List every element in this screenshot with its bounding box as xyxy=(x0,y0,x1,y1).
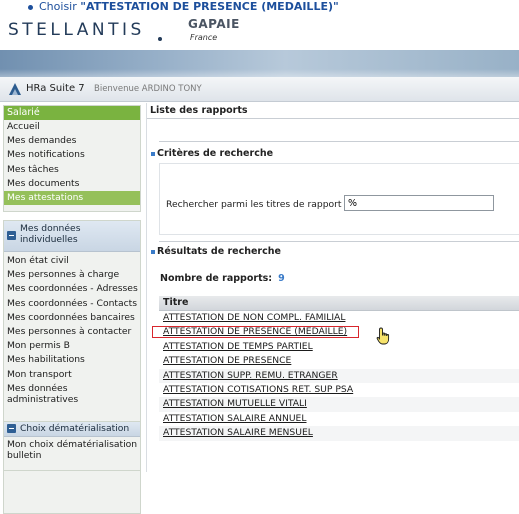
report-link[interactable]: ATTESTATION SUPP. REMU. ETRANGER xyxy=(163,370,338,381)
section-divider xyxy=(159,241,519,242)
section-marker-icon xyxy=(151,151,155,156)
criteria-heading-label: Critères de recherche xyxy=(157,148,274,159)
dematerialisation-header[interactable]: Choix dématérialisation xyxy=(4,422,140,437)
table-row: ATTESTATION DE PRESENCE xyxy=(159,354,519,368)
report-link[interactable]: ATTESTATION MUTUELLE VITALI xyxy=(163,398,307,409)
salarie-header: Salarié xyxy=(4,106,140,120)
table-row: ATTESTATION DE TEMPS PARTIEL xyxy=(159,340,519,354)
nav-mes-documents[interactable]: Mes documents xyxy=(4,177,140,191)
table-row-highlighted: ATTESTATION DE PRESENCE (MEDAILLE) xyxy=(152,325,519,345)
table-row: ATTESTATION COTISATIONS RET. SUP PSA xyxy=(159,383,519,397)
section-marker-icon xyxy=(151,249,155,254)
report-count-value: 9 xyxy=(278,273,285,284)
nav-etat-civil[interactable]: Mon état civil xyxy=(4,254,140,268)
nav-permis-b[interactable]: Mon permis B xyxy=(4,339,140,353)
page-title: Liste des rapports xyxy=(147,103,519,119)
report-count-label: Nombre de rapports: xyxy=(160,273,273,284)
nav-coordonnees-bancaires[interactable]: Mes coordonnées bancaires xyxy=(4,311,140,325)
section-divider xyxy=(159,141,519,142)
table-row: ATTESTATION MUTUELLE VITALI xyxy=(159,397,519,412)
nav-choix-dematerialisation[interactable]: Mon choix dématérialisation bulletin xyxy=(4,437,140,465)
criteria-heading: Critères de recherche xyxy=(151,148,273,159)
table-row: ATTESTATION SALAIRE ANNUEL xyxy=(159,412,519,426)
nav-personnes-contacter[interactable]: Mes personnes à contacter xyxy=(4,325,140,339)
hra-logo-icon xyxy=(9,83,21,95)
report-link[interactable]: ATTESTATION DE PRESENCE xyxy=(163,355,291,366)
app-title: HRa Suite 7 xyxy=(26,83,85,94)
instruction-prefix: Choisir xyxy=(39,0,81,13)
brand-header: STELLANTIS GAPAIE France xyxy=(0,14,519,50)
instruction-quote-close: " xyxy=(333,0,339,13)
stellantis-logo: STELLANTIS xyxy=(8,20,145,40)
report-link[interactable]: ATTESTATION DE TEMPS PARTIEL xyxy=(163,341,313,352)
dematerialisation-header-label: Choix dématérialisation xyxy=(20,423,130,434)
nav-mes-attestations[interactable]: Mes attestations xyxy=(4,190,140,206)
header-banner xyxy=(0,50,519,77)
salarie-panel: Salarié Accueil Mes demandes Mes notific… xyxy=(3,105,141,212)
nav-mes-taches[interactable]: Mes tâches xyxy=(4,163,140,177)
results-heading: Résultats de recherche xyxy=(151,246,281,257)
main-content: Liste des rapports Critères de recherche… xyxy=(146,103,519,472)
nav-mes-demandes[interactable]: Mes demandes xyxy=(4,134,140,148)
report-link[interactable]: ATTESTATION DE NON COMPL. FAMILIAL xyxy=(163,312,345,323)
dematerialisation-panel: Choix dématérialisation Mon choix dématé… xyxy=(3,421,141,471)
table-row: ATTESTATION SALAIRE MENSUEL xyxy=(159,426,519,441)
nav-personnes-charge[interactable]: Mes personnes à charge xyxy=(4,268,140,282)
nav-mes-notifications[interactable]: Mes notifications xyxy=(4,148,140,162)
welcome-text: Bienvenue ARDINO TONY xyxy=(94,84,202,94)
report-count: Nombre de rapports: 9 xyxy=(160,273,285,284)
bullet-icon xyxy=(28,4,33,10)
search-panel: Rechercher parmi les titres de rapport xyxy=(159,163,519,235)
nav-transport[interactable]: Mon transport xyxy=(4,368,140,382)
report-link[interactable]: ATTESTATION SALAIRE ANNUEL xyxy=(163,413,307,424)
nav-coordonnees-contacts[interactable]: Mes coordonnées - Contacts xyxy=(4,297,140,311)
column-header-titre[interactable]: Titre xyxy=(159,296,519,311)
nav-habilitations[interactable]: Mes habilitations xyxy=(4,353,140,367)
app-bar: HRa Suite 7 Bienvenue ARDINO TONY xyxy=(0,77,519,102)
country-label: France xyxy=(190,33,218,42)
donnees-header[interactable]: Mes données individuelles xyxy=(4,221,140,252)
results-heading-label: Résultats de recherche xyxy=(157,246,281,257)
brand-separator-dot xyxy=(158,37,162,41)
report-link[interactable]: ATTESTATION SALAIRE MENSUEL xyxy=(163,427,313,438)
report-link[interactable]: ATTESTATION COTISATIONS RET. SUP PSA xyxy=(163,384,353,395)
sidebar: Salarié Accueil Mes demandes Mes notific… xyxy=(3,105,141,514)
donnees-header-label: Mes données individuelles xyxy=(20,223,81,245)
instruction-highlight: ATTESTATION DE PRESENCE (MEDAILLE) xyxy=(85,0,333,13)
instruction-text: Choisir "ATTESTATION DE PRESENCE (MEDAIL… xyxy=(28,0,339,14)
nav-coordonnees-adresses[interactable]: Mes coordonnées - Adresses xyxy=(4,282,140,296)
table-row: ATTESTATION SUPP. REMU. ETRANGER xyxy=(159,368,519,383)
collapse-icon[interactable] xyxy=(7,424,16,433)
search-label: Rechercher parmi les titres de rapport xyxy=(166,199,342,210)
nav-donnees-administratives[interactable]: Mes données administratives xyxy=(4,382,140,409)
nav-accueil[interactable]: Accueil xyxy=(4,120,140,134)
table-row: ATTESTATION DE NON COMPL. FAMILIAL xyxy=(159,311,519,325)
search-input[interactable] xyxy=(344,195,494,211)
reports-table: Titre ATTESTATION DE NON COMPL. FAMILIAL… xyxy=(152,296,519,441)
gapaie-logo: GAPAIE xyxy=(188,17,240,31)
collapse-icon[interactable] xyxy=(7,231,16,240)
highlight-box xyxy=(152,326,359,339)
